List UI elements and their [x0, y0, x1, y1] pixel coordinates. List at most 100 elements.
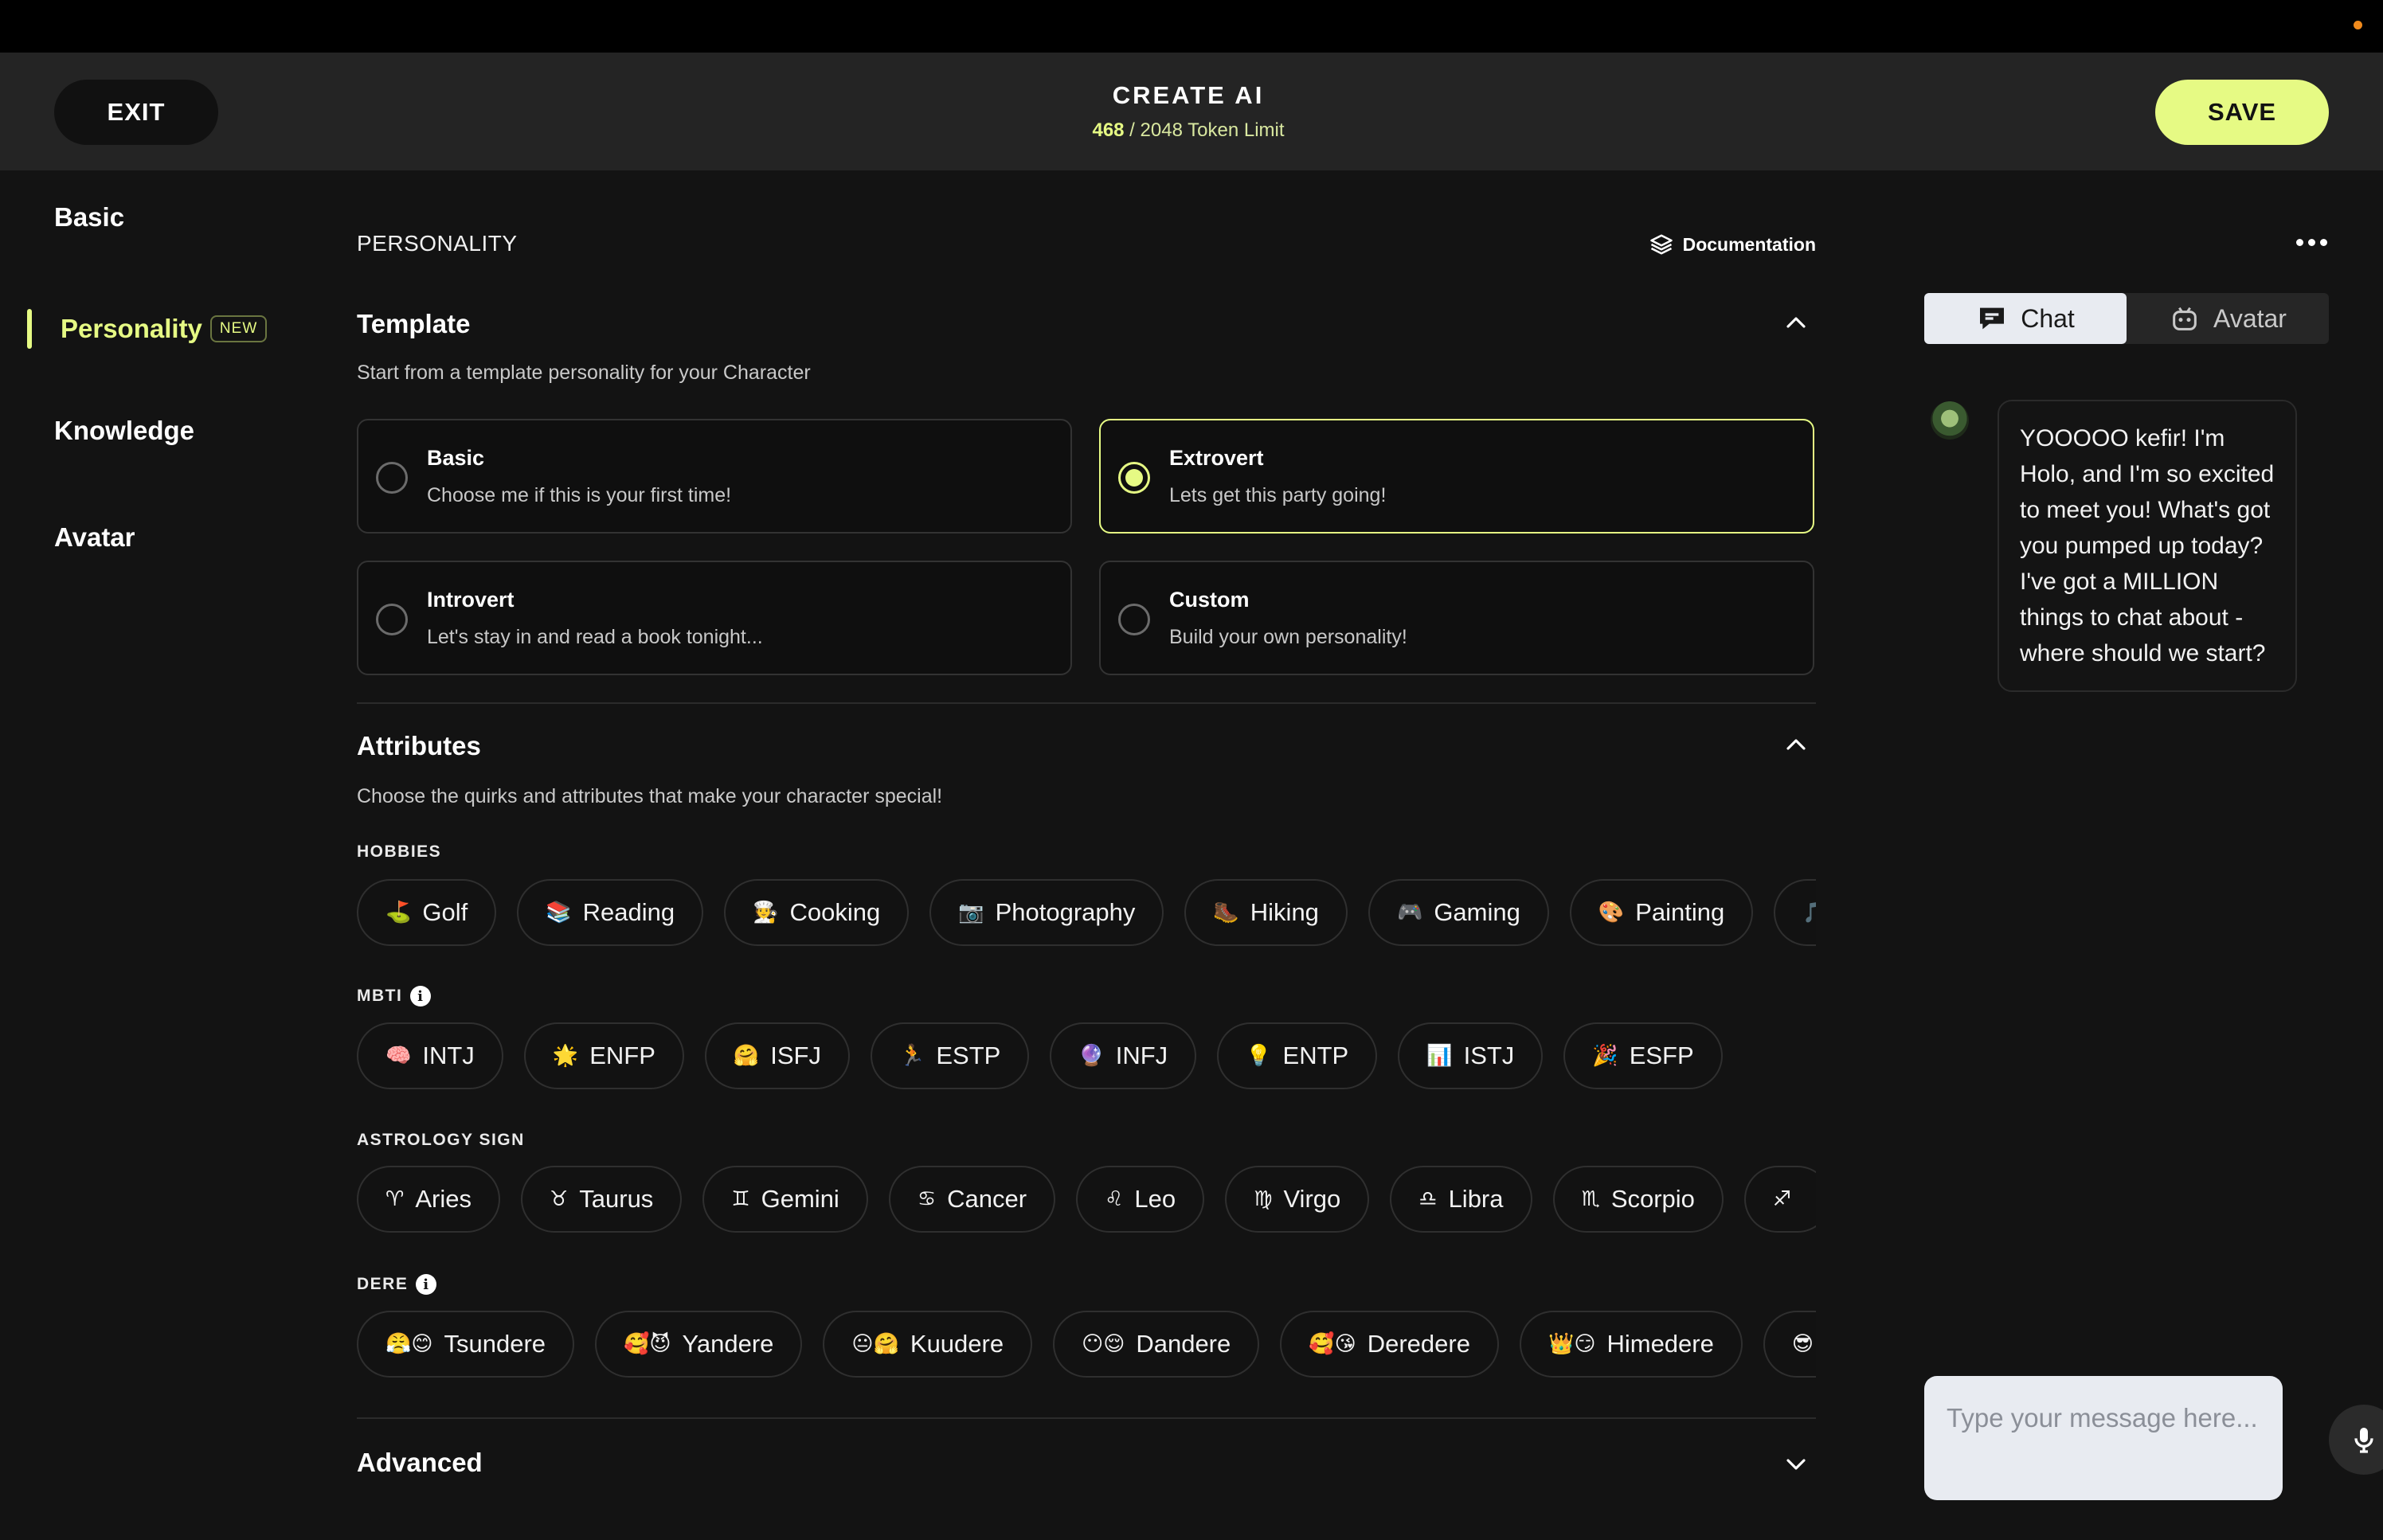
radio-button[interactable]: [376, 462, 408, 494]
mbti-chip[interactable]: 🧠 INTJ: [357, 1022, 503, 1089]
token-limit-text: / 2048 Token Limit: [1124, 119, 1285, 141]
chip-label: Yandere: [682, 1330, 774, 1358]
chip-label: Golf: [422, 898, 468, 926]
hobbies-chip[interactable]: 🎮 Gaming: [1368, 879, 1549, 946]
emoji-icon: 📷: [958, 901, 984, 924]
astrology-chip[interactable]: ♈ Aries: [357, 1166, 500, 1233]
message-input[interactable]: Type your message here...: [1924, 1376, 2283, 1500]
template-card-custom[interactable]: Custom Build your own personality!: [1099, 561, 1814, 675]
mbti-chip-row: 🧠 INTJ 🌟 ENFP 🤗 ISFJ 🏃 ESTP 🔮 INFJ 💡 ENTP 📊 ISTJ 🎉 ESFP: [357, 1022, 1816, 1089]
save-button[interactable]: SAVE: [2155, 80, 2329, 145]
tab-chat[interactable]: Chat: [1924, 293, 2127, 344]
sidebar-item-label: Personality: [61, 314, 202, 343]
astrology-chip[interactable]: ♐: [1743, 1166, 1816, 1233]
token-used: 468: [1092, 119, 1125, 141]
template-card-extrovert[interactable]: Extrovert Lets get this party going!: [1099, 419, 1814, 534]
chevron-up-icon[interactable]: [1784, 311, 1808, 334]
hobbies-chip[interactable]: 🎨 Painting: [1569, 879, 1754, 946]
chip-label: Leo: [1134, 1185, 1176, 1213]
hobbies-chip[interactable]: 🎵: [1774, 879, 1816, 946]
template-card-basic[interactable]: Basic Choose me if this is your first ti…: [357, 419, 1072, 534]
dere-label: DERE i: [357, 1274, 437, 1295]
hobbies-chip[interactable]: 🥾 Hiking: [1184, 879, 1348, 946]
dere-chip[interactable]: 🥰😈 Yandere: [595, 1311, 803, 1378]
astrology-chip[interactable]: ♉ Taurus: [520, 1166, 683, 1233]
radio-button[interactable]: [376, 604, 408, 635]
mbti-chip[interactable]: 🏃 ESTP: [870, 1022, 1030, 1089]
info-icon[interactable]: i: [410, 986, 432, 1006]
dere-chip[interactable]: 😶😌 Dandere: [1053, 1311, 1260, 1378]
advanced-heading[interactable]: Advanced: [357, 1448, 483, 1478]
hobbies-chip[interactable]: 📚 Reading: [517, 879, 704, 946]
emoji-icon: 🤗: [733, 1044, 760, 1068]
hobbies-chip[interactable]: ⛳ Golf: [357, 879, 497, 946]
emoji-icon: 👑😏: [1548, 1332, 1596, 1356]
mbti-chip[interactable]: 📊 ISTJ: [1398, 1022, 1544, 1089]
mbti-chip[interactable]: 🌟 ENFP: [523, 1022, 684, 1089]
emoji-icon: ♊: [731, 1187, 750, 1211]
astrology-chip[interactable]: ♍ Virgo: [1225, 1166, 1370, 1233]
divider: [357, 1417, 1816, 1419]
emoji-icon: 📊: [1426, 1044, 1453, 1068]
sidebar-item-avatar[interactable]: Avatar: [54, 518, 135, 557]
astrology-chip[interactable]: ♌ Leo: [1076, 1166, 1205, 1233]
chevron-down-icon[interactable]: [1784, 1452, 1808, 1476]
layers-icon: [1649, 234, 1673, 255]
sidebar-item-personality[interactable]: Personality NEW: [61, 309, 268, 349]
app-header: EXIT CREATE AI 468 / 2048 Token Limit SA…: [0, 53, 2383, 170]
chip-label: INTJ: [422, 1042, 475, 1069]
chip-label: Himedere: [1606, 1330, 1714, 1358]
exit-button[interactable]: EXIT: [54, 80, 218, 145]
astrology-chip[interactable]: ♏ Scorpio: [1552, 1166, 1724, 1233]
more-options-icon[interactable]: [2296, 239, 2327, 246]
hobbies-chip[interactable]: 📷 Photography: [929, 879, 1164, 946]
astrology-chip[interactable]: ♊ Gemini: [702, 1166, 868, 1233]
microphone-button[interactable]: [2329, 1405, 2383, 1475]
dere-chip[interactable]: 😐🤗 Kuudere: [823, 1311, 1033, 1378]
astrology-chip[interactable]: ♋ Cancer: [888, 1166, 1056, 1233]
chip-label: Cancer: [947, 1185, 1027, 1213]
dere-chip[interactable]: 🥰😘 Deredere: [1280, 1311, 1499, 1378]
chip-label: ESTP: [936, 1042, 1001, 1069]
hobbies-chip[interactable]: 🧑‍🍳 Cooking: [724, 879, 910, 946]
mbti-chip[interactable]: 🔮 INFJ: [1050, 1022, 1197, 1089]
chevron-up-icon[interactable]: [1784, 733, 1808, 756]
divider: [357, 702, 1816, 704]
template-card-introvert[interactable]: Introvert Let's stay in and read a book …: [357, 561, 1072, 675]
active-indicator: [27, 309, 32, 349]
chat-message-bubble: YOOOOO kefir! I'm Holo, and I'm so excit…: [1998, 400, 2297, 692]
dere-chip[interactable]: 😎: [1763, 1311, 1816, 1378]
emoji-icon: ♈: [385, 1187, 405, 1211]
card-description: Choose me if this is your first time!: [427, 484, 732, 506]
radio-button-selected[interactable]: [1118, 462, 1150, 494]
chip-label: ENFP: [589, 1042, 655, 1069]
dere-label-text: DERE: [357, 1275, 409, 1293]
new-badge: NEW: [209, 315, 268, 342]
emoji-icon: 🥰😈: [624, 1332, 671, 1356]
emoji-icon: 🥾: [1213, 901, 1239, 924]
chip-label: Aries: [415, 1185, 472, 1213]
hobbies-label-text: HOBBIES: [357, 842, 442, 861]
sidebar-item-basic[interactable]: Basic: [54, 197, 124, 237]
chip-label: Photography: [995, 898, 1136, 926]
mbti-chip[interactable]: 🤗 ISFJ: [704, 1022, 850, 1089]
emoji-icon: 📚: [546, 901, 572, 924]
emoji-icon: 🎨: [1598, 901, 1625, 924]
radio-button[interactable]: [1118, 604, 1150, 635]
documentation-link[interactable]: Documentation: [1649, 233, 1816, 256]
emoji-icon: 🎉: [1592, 1044, 1618, 1068]
card-title: Introvert: [427, 588, 515, 612]
emoji-icon: 🏃: [898, 1044, 925, 1068]
chip-label: Dandere: [1136, 1330, 1231, 1358]
info-icon[interactable]: i: [416, 1274, 437, 1295]
emoji-icon: 😤😊: [385, 1332, 433, 1356]
emoji-icon: 😐🤗: [851, 1332, 899, 1356]
tab-avatar[interactable]: Avatar: [2127, 293, 2329, 344]
astrology-chip[interactable]: ♎ Libra: [1390, 1166, 1532, 1233]
dere-chip[interactable]: 👑😏 Himedere: [1519, 1311, 1743, 1378]
sidebar-item-knowledge[interactable]: Knowledge: [54, 411, 194, 451]
mbti-chip[interactable]: 🎉 ESFP: [1563, 1022, 1723, 1089]
mbti-chip[interactable]: 💡 ENTP: [1217, 1022, 1378, 1089]
dere-chip[interactable]: 😤😊 Tsundere: [357, 1311, 575, 1378]
chip-label: Tsundere: [444, 1330, 546, 1358]
